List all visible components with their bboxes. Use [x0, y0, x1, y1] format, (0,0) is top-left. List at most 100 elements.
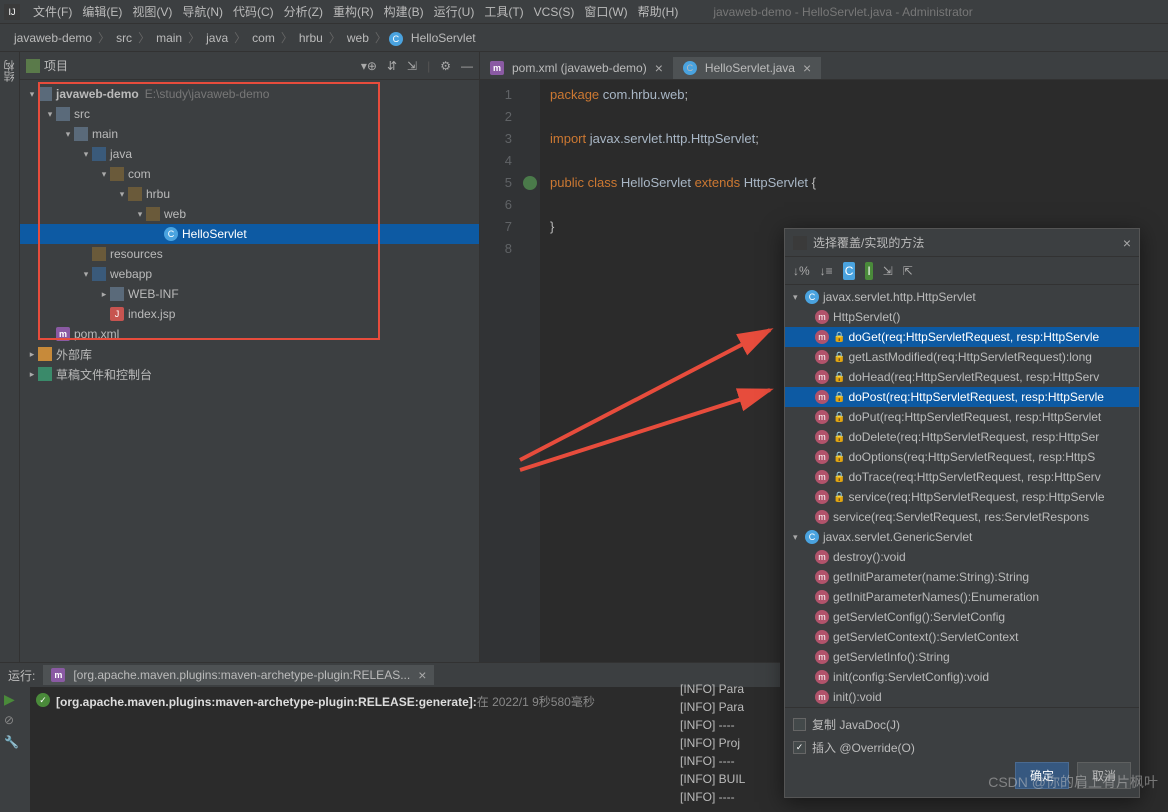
- override-dialog: 选择覆盖/实现的方法 × ↓% ↓≡ C I ⇲ ⇱ ▾Cjavax.servl…: [784, 228, 1140, 798]
- method-node[interactable]: minit(config:ServletConfig):void: [785, 667, 1139, 687]
- method-icon: m: [815, 330, 829, 344]
- hide-icon[interactable]: —: [461, 59, 473, 73]
- method-icon: m: [815, 350, 829, 364]
- run-gutter-icon[interactable]: [523, 176, 537, 190]
- class-node[interactable]: ▾Cjavax.servlet.GenericServlet: [785, 527, 1139, 547]
- locate-icon[interactable]: ⊕: [367, 59, 377, 73]
- stop-icon[interactable]: ⊘: [4, 713, 20, 729]
- method-node[interactable]: mdestroy():void: [785, 547, 1139, 567]
- method-icon: m: [815, 390, 829, 404]
- menu-item[interactable]: 代码(C): [228, 5, 279, 19]
- editor-tab[interactable]: mpom.xml (javaweb-demo)×: [480, 55, 673, 79]
- breadcrumb: javaweb-demo〉src〉main〉java〉com〉hrbu〉web〉…: [0, 24, 1168, 52]
- close-icon[interactable]: ×: [655, 60, 663, 76]
- method-node[interactable]: minit():void: [785, 687, 1139, 707]
- menu-item[interactable]: 文件(F): [28, 5, 77, 19]
- structure-strip-label[interactable]: 结构: [0, 56, 20, 86]
- menubar: IJ 文件(F)编辑(E)视图(V)导航(N)代码(C)分析(Z)重构(R)构建…: [0, 0, 1168, 24]
- editor-tab[interactable]: CHelloServlet.java×: [673, 55, 821, 79]
- class-icon: C: [805, 530, 819, 544]
- lock-icon: 🔒: [833, 472, 845, 483]
- close-icon[interactable]: ×: [803, 60, 811, 76]
- method-node[interactable]: m🔒doHead(req:HttpServletRequest, resp:Ht…: [785, 367, 1139, 387]
- maven-icon: m: [56, 327, 70, 341]
- menu-item[interactable]: 帮助(H): [633, 5, 684, 19]
- package-icon: [146, 207, 160, 221]
- method-node[interactable]: m🔒doPut(req:HttpServletRequest, resp:Htt…: [785, 407, 1139, 427]
- method-node[interactable]: mgetInitParameter(name:String):String: [785, 567, 1139, 587]
- run-output[interactable]: ✓[org.apache.maven.plugins:maven-archety…: [30, 687, 780, 812]
- collapse-icon[interactable]: ⇲: [407, 59, 417, 73]
- lock-icon: 🔒: [833, 352, 845, 363]
- method-node[interactable]: mHttpServlet(): [785, 307, 1139, 327]
- project-icon: [26, 59, 40, 73]
- check-icon: ✓: [36, 693, 50, 707]
- menu-item[interactable]: VCS(S): [529, 5, 580, 19]
- method-node[interactable]: m🔒doTrace(req:HttpServletRequest, resp:H…: [785, 467, 1139, 487]
- method-node[interactable]: mgetServletInfo():String: [785, 647, 1139, 667]
- sort-icon[interactable]: ↓%: [793, 264, 810, 278]
- method-node[interactable]: m🔒service(req:HttpServletRequest, resp:H…: [785, 487, 1139, 507]
- method-node[interactable]: mservice(req:ServletRequest, res:Servlet…: [785, 507, 1139, 527]
- watermark: CSDN @你的肩上有片枫叶: [988, 772, 1158, 792]
- method-node[interactable]: m🔒doPost(req:HttpServletRequest, resp:Ht…: [785, 387, 1139, 407]
- lock-icon: 🔒: [833, 332, 845, 343]
- method-node[interactable]: m🔒doDelete(req:HttpServletRequest, resp:…: [785, 427, 1139, 447]
- breadcrumb-item[interactable]: com: [248, 31, 279, 45]
- rerun-icon[interactable]: ▶: [4, 691, 20, 707]
- method-node[interactable]: mgetInitParameterNames():Enumeration: [785, 587, 1139, 607]
- app-icon: [793, 236, 807, 250]
- method-icon: m: [815, 410, 829, 424]
- method-node[interactable]: m🔒doGet(req:HttpServletRequest, resp:Htt…: [785, 327, 1139, 347]
- method-node[interactable]: m🔒getLastModified(req:HttpServletRequest…: [785, 347, 1139, 367]
- dialog-titlebar: 选择覆盖/实现的方法 ×: [785, 229, 1139, 257]
- javadoc-checkbox[interactable]: [793, 718, 806, 731]
- method-icon: m: [815, 670, 829, 684]
- breadcrumb-item[interactable]: java: [202, 31, 232, 45]
- method-node[interactable]: m🔒doOptions(req:HttpServletRequest, resp…: [785, 447, 1139, 467]
- close-icon[interactable]: ×: [1123, 235, 1131, 251]
- class-icon: C: [389, 32, 403, 46]
- breadcrumb-item[interactable]: javaweb-demo: [10, 31, 96, 45]
- menu-item[interactable]: 窗口(W): [579, 5, 632, 19]
- expand-all-icon[interactable]: ⇲: [883, 264, 893, 278]
- menu-item[interactable]: 重构(R): [328, 5, 379, 19]
- scratch-icon: [38, 367, 52, 381]
- menu-item[interactable]: 构建(B): [379, 5, 429, 19]
- method-node[interactable]: mgetServletConfig():ServletConfig: [785, 607, 1139, 627]
- editor-tabs: mpom.xml (javaweb-demo)×CHelloServlet.ja…: [480, 52, 1168, 80]
- lock-icon: 🔒: [833, 412, 845, 423]
- filter-i-icon[interactable]: I: [865, 262, 872, 280]
- override-checkbox[interactable]: [793, 741, 806, 754]
- wrench-icon[interactable]: 🔧: [4, 735, 20, 751]
- breadcrumb-item[interactable]: main: [152, 31, 186, 45]
- menu-item[interactable]: 编辑(E): [77, 5, 127, 19]
- gear-icon[interactable]: ⚙: [440, 59, 451, 73]
- project-title[interactable]: 项目: [44, 57, 359, 74]
- method-tree[interactable]: ▾Cjavax.servlet.http.HttpServletmHttpSer…: [785, 285, 1139, 707]
- package-icon: [110, 167, 124, 181]
- tree-item-helloservlet[interactable]: CHelloServlet: [20, 224, 479, 244]
- breadcrumb-item[interactable]: src: [112, 31, 136, 45]
- filter-c-icon[interactable]: C: [843, 262, 856, 280]
- class-icon: C: [683, 61, 697, 75]
- menu-item[interactable]: 运行(U): [429, 5, 480, 19]
- method-icon: m: [815, 510, 829, 524]
- expand-icon[interactable]: ⇵: [387, 59, 397, 73]
- method-icon: m: [815, 610, 829, 624]
- close-icon[interactable]: ×: [418, 667, 426, 683]
- menu-item[interactable]: 工具(T): [479, 5, 528, 19]
- menu-item[interactable]: 视图(V): [127, 5, 177, 19]
- project-header: 项目 ▾ ⊕ ⇵ ⇲ | ⚙ —: [20, 52, 479, 80]
- method-icon: m: [815, 430, 829, 444]
- menu-item[interactable]: 分析(Z): [279, 5, 328, 19]
- method-node[interactable]: mgetServletContext():ServletContext: [785, 627, 1139, 647]
- menu-item[interactable]: 导航(N): [177, 5, 228, 19]
- breadcrumb-item[interactable]: hrbu: [295, 31, 327, 45]
- breadcrumb-item[interactable]: web: [343, 31, 373, 45]
- sort2-icon[interactable]: ↓≡: [820, 264, 833, 278]
- collapse-all-icon[interactable]: ⇱: [903, 264, 913, 278]
- breadcrumb-item[interactable]: HelloServlet: [407, 31, 480, 45]
- class-node[interactable]: ▾Cjavax.servlet.http.HttpServlet: [785, 287, 1139, 307]
- run-tab[interactable]: m [org.apache.maven.plugins:maven-archet…: [43, 665, 434, 685]
